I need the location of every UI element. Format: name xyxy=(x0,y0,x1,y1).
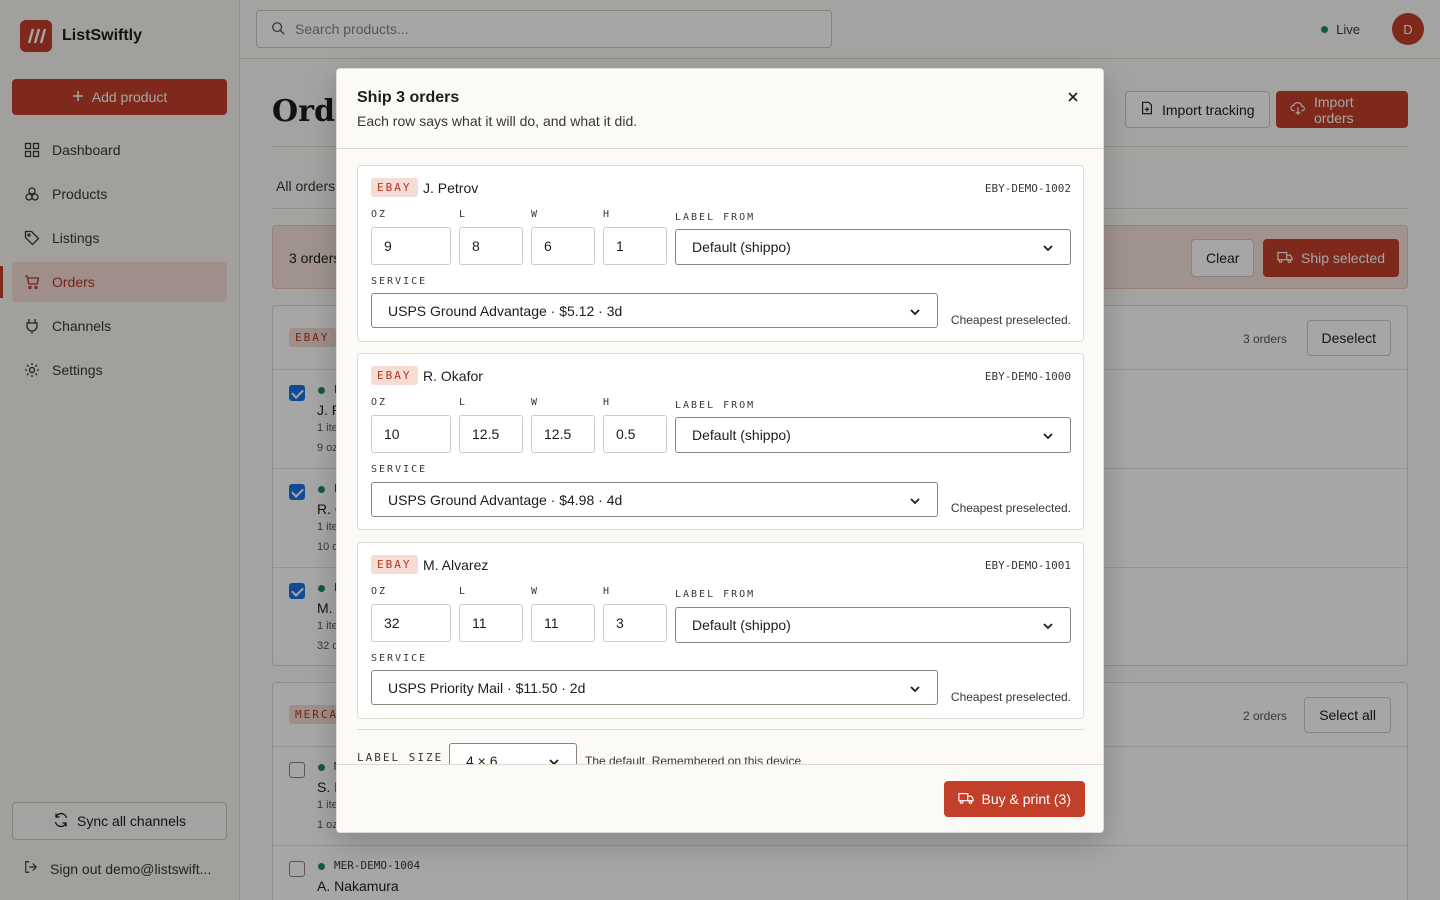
channel-badge: EBAY xyxy=(371,555,418,574)
service-label: SERVICE xyxy=(371,276,428,287)
width-input[interactable]: 6 xyxy=(531,227,595,265)
weight-oz-input[interactable]: 10 xyxy=(371,415,451,453)
channel-badge: EBAY xyxy=(371,178,418,197)
cheapest-note: Cheapest preselected. xyxy=(950,690,1071,704)
cheapest-note: Cheapest preselected. xyxy=(950,501,1071,515)
length-input[interactable]: 11 xyxy=(459,604,523,642)
weight-oz-input[interactable]: 9 xyxy=(371,227,451,265)
service-select[interactable]: USPS Ground Advantage · $4.98 · 4d xyxy=(371,482,938,517)
buy-and-print-button[interactable]: Buy & print (3) xyxy=(943,781,1085,817)
width-label: W xyxy=(531,209,540,220)
service-select[interactable]: USPS Ground Advantage · $5.12 · 3d xyxy=(371,293,938,328)
truck-icon xyxy=(957,791,974,808)
oz-label: OZ xyxy=(371,209,388,220)
chevron-down-icon xyxy=(909,305,921,317)
service-select[interactable]: USPS Priority Mail · $11.50 · 2d xyxy=(371,670,938,705)
service-value: USPS Priority Mail · $11.50 · 2d xyxy=(388,679,586,696)
order-id: EBY-DEMO-1000 xyxy=(984,370,1071,383)
customer-name: R. Okafor xyxy=(423,368,483,384)
height-input[interactable]: 0.5 xyxy=(603,415,667,453)
service-value: USPS Ground Advantage · $4.98 · 4d xyxy=(388,491,623,508)
chevron-down-icon xyxy=(909,682,921,694)
label-size-label: LABEL SIZE xyxy=(357,751,444,764)
chevron-down-icon xyxy=(1042,619,1054,631)
close-icon[interactable] xyxy=(1065,89,1081,105)
length-label: L xyxy=(459,397,468,408)
chevron-down-icon xyxy=(1042,241,1054,253)
height-label: H xyxy=(603,397,612,408)
width-label: W xyxy=(531,586,540,597)
dialog-body: EBAY J. Petrov EBY-DEMO-1002 OZ L W H LA… xyxy=(337,149,1103,764)
height-input[interactable]: 3 xyxy=(603,604,667,642)
length-label: L xyxy=(459,209,468,220)
weight-oz-input[interactable]: 32 xyxy=(371,604,451,642)
label-from-select[interactable]: Default (shippo) xyxy=(675,229,1071,265)
label-size-value: 4 × 6 xyxy=(466,753,498,764)
label-from-label: LABEL FROM xyxy=(675,400,756,411)
length-input[interactable]: 12.5 xyxy=(459,415,523,453)
order-id: EBY-DEMO-1001 xyxy=(984,559,1071,572)
width-input[interactable]: 11 xyxy=(531,604,595,642)
chevron-down-icon xyxy=(1042,429,1054,441)
label-from-label: LABEL FROM xyxy=(675,212,756,223)
dialog-footer: Buy & print (3) xyxy=(337,764,1103,832)
service-value: USPS Ground Advantage · $5.12 · 3d xyxy=(388,302,623,319)
label-size-note: The default. Remembered on this device. xyxy=(585,754,805,764)
oz-label: OZ xyxy=(371,397,388,408)
ship-orders-dialog: Ship 3 orders Each row says what it will… xyxy=(336,68,1104,833)
width-input[interactable]: 12.5 xyxy=(531,415,595,453)
label-from-value: Default (shippo) xyxy=(692,617,791,633)
cheapest-note: Cheapest preselected. xyxy=(950,313,1071,327)
label-from-value: Default (shippo) xyxy=(692,427,791,443)
dialog-title: Ship 3 orders xyxy=(357,89,460,106)
chevron-down-icon xyxy=(548,755,560,764)
customer-name: J. Petrov xyxy=(423,180,479,196)
chevron-down-icon xyxy=(909,494,921,506)
order-id: EBY-DEMO-1002 xyxy=(984,182,1071,195)
service-label: SERVICE xyxy=(371,653,428,664)
buy-and-print-label: Buy & print (3) xyxy=(981,791,1071,807)
label-size-select[interactable]: 4 × 6 xyxy=(449,743,577,764)
oz-label: OZ xyxy=(371,586,388,597)
dialog-subtitle: Each row says what it will do, and what … xyxy=(357,113,638,129)
order-ship-card: EBAY J. Petrov EBY-DEMO-1002 OZ L W H LA… xyxy=(357,165,1084,342)
length-input[interactable]: 8 xyxy=(459,227,523,265)
label-from-label: LABEL FROM xyxy=(675,589,756,600)
label-from-select[interactable]: Default (shippo) xyxy=(675,417,1071,453)
height-label: H xyxy=(603,586,612,597)
service-label: SERVICE xyxy=(371,464,428,475)
label-from-value: Default (shippo) xyxy=(692,239,791,255)
customer-name: M. Alvarez xyxy=(423,557,489,573)
divider xyxy=(357,729,1084,730)
channel-badge: EBAY xyxy=(371,366,418,385)
order-ship-card: EBAY R. Okafor EBY-DEMO-1000 OZ L W H LA… xyxy=(357,353,1084,530)
height-input[interactable]: 1 xyxy=(603,227,667,265)
height-label: H xyxy=(603,209,612,220)
order-ship-card: EBAY M. Alvarez EBY-DEMO-1001 OZ L W H L… xyxy=(357,542,1084,719)
length-label: L xyxy=(459,586,468,597)
label-from-select[interactable]: Default (shippo) xyxy=(675,607,1071,643)
width-label: W xyxy=(531,397,540,408)
